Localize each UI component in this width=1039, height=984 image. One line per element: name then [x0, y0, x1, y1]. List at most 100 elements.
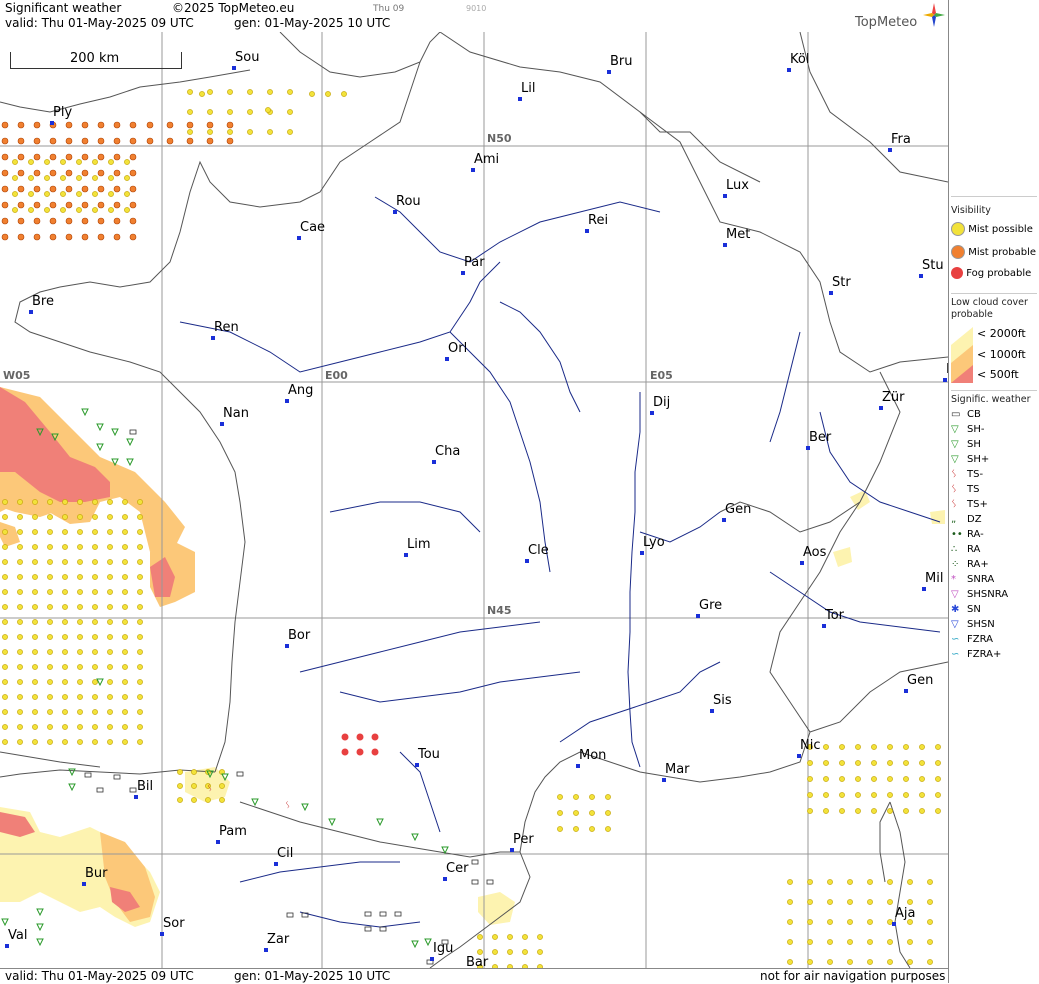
city-marker [787, 68, 791, 72]
city-label: Met [726, 227, 751, 242]
city-label: Cil [277, 846, 294, 861]
legend-sigwx-item: ▭ CB [951, 409, 981, 420]
mist-probable-swatch-icon [951, 245, 965, 259]
visibility-title: Visibility [951, 205, 991, 216]
city-marker [650, 411, 654, 415]
city-marker [415, 763, 419, 767]
header-bar: Significant weather ©2025 TopMeteo.eu Th… [0, 0, 948, 33]
legend-sigwx-item: ✱ SN [951, 604, 981, 615]
low-cloud-swatch-icon [951, 327, 973, 383]
visibility-legend: Visibility Mist possible Mist probable F… [951, 196, 1037, 292]
city-marker [662, 778, 666, 782]
city-marker [393, 210, 397, 214]
city-label: Tou [418, 747, 440, 762]
legend-sigwx-item: ᛊ TS [951, 484, 979, 495]
city-marker [919, 274, 923, 278]
city-marker [797, 754, 801, 758]
city-marker [723, 243, 727, 247]
sigwx-label: SH [967, 439, 981, 450]
city-marker [525, 559, 529, 563]
low-cloud-legend: Low cloud cover probable < 2000ft < 1000… [951, 293, 1037, 389]
city-marker [50, 121, 54, 125]
sigwx-label: SHSN [967, 619, 995, 630]
city-marker [82, 882, 86, 886]
city-marker [806, 446, 810, 450]
sigwx-symbol-icon: „ [951, 514, 957, 525]
mist-possible-label: Mist possible [968, 224, 1033, 235]
sigwx-label: TS- [967, 469, 984, 480]
city-label: Str [832, 275, 851, 290]
legend-sigwx-item: * SNRA [951, 574, 994, 585]
legend-panel: Visibility Mist possible Mist probable F… [948, 0, 1039, 983]
legend-sigwx-item: ᛊ TS- [951, 469, 983, 480]
city-label: Aja [895, 906, 916, 921]
sigwx-symbol-icon: ✱ [951, 604, 960, 615]
sigwx-symbol-icon: * [951, 574, 956, 585]
sigwx-symbol-icon: ⁘ [951, 559, 960, 570]
city-label: Mar [665, 762, 690, 777]
brand-logo-text: TopMeteo [855, 15, 918, 30]
legend-sigwx-item: ᛊ TS+ [951, 499, 988, 510]
city-label: Orl [448, 341, 468, 356]
sigwx-label: FZRA [967, 634, 993, 645]
city-label: Cle [528, 543, 549, 558]
fog-probable-swatch-icon [951, 267, 963, 279]
city-marker [29, 310, 33, 314]
legend-fog-probable: Fog probable [951, 267, 1031, 279]
svg-text:ᛊ: ᛊ [285, 800, 290, 811]
city-label: Fra [891, 132, 911, 147]
svg-text:ᛊ: ᛊ [207, 783, 212, 794]
city-marker [829, 291, 833, 295]
city-marker [264, 948, 268, 952]
city-label: Bur [85, 866, 108, 881]
sigwx-label: RA- [967, 529, 984, 540]
city-marker [879, 406, 883, 410]
grid-label-e05: E05 [650, 369, 673, 382]
city-label: Mil [925, 571, 944, 586]
city-marker [640, 551, 644, 555]
city-marker [443, 877, 447, 881]
mist-possible-swatch-icon [951, 222, 965, 236]
city-marker [5, 944, 9, 948]
city-marker [904, 689, 908, 693]
sigwx-symbol-icon: ∴ [951, 544, 958, 555]
city-label: Rei [588, 213, 609, 228]
sigwx-symbol-icon: ᛊ [951, 469, 957, 480]
legend-sigwx-item: ∽ FZRA [951, 634, 993, 645]
city-marker [922, 587, 926, 591]
city-marker [216, 840, 220, 844]
fog-probable-symbols [341, 733, 379, 756]
city-label: Gen [725, 502, 752, 517]
city-label: Gen [907, 673, 934, 688]
legend-sigwx-item: ∽ FZRA+ [951, 649, 1001, 660]
sigwx-label: RA+ [967, 559, 989, 570]
city-label: Aos [803, 545, 827, 560]
city-marker [134, 795, 138, 799]
legend-sigwx-item: ▽ SHSN [951, 619, 995, 630]
sigwx-symbol-icon: ▽ [951, 424, 959, 435]
low-cloud-areas [0, 387, 945, 927]
compass-logo-icon [923, 3, 945, 27]
scale-bar-label: 200 km [70, 51, 120, 66]
map-area[interactable]: ᛊᛊ N50 N45 W05 E00 E05 200 km Sou Bru Köl L… [0, 32, 948, 968]
city-marker [285, 399, 289, 403]
city-label: Cae [300, 220, 326, 235]
sigwx-title: Signific. weather [951, 394, 1031, 405]
sigwx-legend: Signific. weather ▭ CB ▽ SH- ▽ SH ▽ SH+ ᛊ TS- ᛊ TS ᛊ… [951, 390, 1037, 666]
city-marker [160, 932, 164, 936]
lc-500-label: < 500ft [977, 368, 1019, 381]
city-marker [285, 644, 289, 648]
sigwx-symbol-icon: ∽ [951, 634, 960, 645]
legend-sigwx-item: „ DZ [951, 514, 982, 525]
city-marker [232, 66, 236, 70]
sigwx-label: TS [967, 484, 980, 495]
mist-probable-symbols [1, 121, 234, 241]
time-small: Thu 09 [373, 4, 405, 14]
legend-sigwx-item: ▽ SH- [951, 424, 984, 435]
sigwx-label: CB [967, 409, 981, 420]
grid-label-w05: W05 [3, 369, 31, 382]
city-label: Sor [163, 916, 185, 931]
legend-sigwx-item: ⁘ RA+ [951, 559, 989, 570]
city-label: Ply [53, 105, 73, 120]
city-marker [710, 709, 714, 713]
